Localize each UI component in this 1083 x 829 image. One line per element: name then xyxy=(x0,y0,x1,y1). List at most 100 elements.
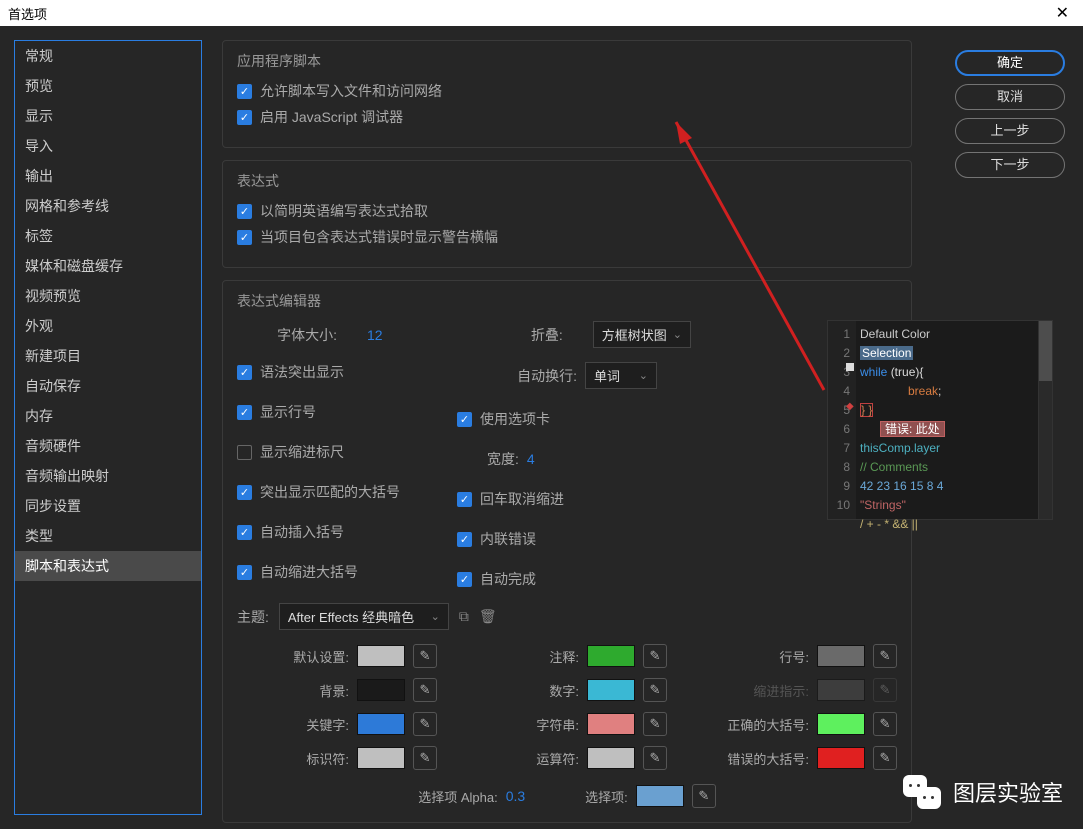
sidebar-item[interactable]: 输出 xyxy=(15,161,201,191)
watermark: 图层实验室 xyxy=(903,775,1063,809)
sidebar-item[interactable]: 导入 xyxy=(15,131,201,161)
eyedropper-icon[interactable]: ✎ xyxy=(692,784,716,808)
eyedropper-icon[interactable]: ✎ xyxy=(643,712,667,736)
eyedropper-icon[interactable]: ✎ xyxy=(413,644,437,668)
sidebar-item[interactable]: 脚本和表达式 xyxy=(15,551,201,581)
eyedropper-icon[interactable]: ✎ xyxy=(643,746,667,770)
label-show-warning: 当项目包含表达式错误时显示警告横幅 xyxy=(260,227,498,247)
swatch-string[interactable] xyxy=(587,713,635,735)
chk-inline-err[interactable] xyxy=(457,532,472,547)
width-value[interactable]: 4 xyxy=(527,451,535,467)
swatch-identifier[interactable] xyxy=(357,747,405,769)
sidebar-item[interactable]: 音频输出映射 xyxy=(15,461,201,491)
color-label: 注释: xyxy=(549,647,579,666)
swatch-correct_brace[interactable] xyxy=(817,713,865,735)
eyedropper-icon[interactable]: ✎ xyxy=(643,644,667,668)
color-row-operator: 运算符: ✎ xyxy=(467,746,667,770)
color-label: 字符串: xyxy=(536,715,579,734)
label-enable-debugger: 启用 JavaScript 调试器 xyxy=(260,107,403,127)
swatch-comment[interactable] xyxy=(587,645,635,667)
color-label: 缩进指示: xyxy=(753,681,809,700)
sidebar-item[interactable]: 音频硬件 xyxy=(15,431,201,461)
swatch-default[interactable] xyxy=(357,645,405,667)
sidebar-item[interactable]: 新建项目 xyxy=(15,341,201,371)
chk-syntax[interactable] xyxy=(237,365,252,380)
sidebar-item[interactable]: 常规 xyxy=(15,41,201,71)
sidebar-item[interactable]: 自动保存 xyxy=(15,371,201,401)
chk-indent-ruler[interactable] xyxy=(237,445,252,460)
alpha-value[interactable]: 0.3 xyxy=(506,788,525,804)
scrollbar[interactable] xyxy=(1038,321,1052,519)
eyedropper-icon[interactable]: ✎ xyxy=(873,746,897,770)
color-label: 关键字: xyxy=(306,715,349,734)
sidebar-item[interactable]: 网格和参考线 xyxy=(15,191,201,221)
sidebar-item[interactable]: 媒体和磁盘缓存 xyxy=(15,251,201,281)
theme-select[interactable]: After Effects 经典暗色 xyxy=(279,603,449,630)
wechat-icon xyxy=(903,775,943,809)
swatch-selection[interactable] xyxy=(636,785,684,807)
sidebar-item[interactable]: 预览 xyxy=(15,71,201,101)
window-title: 首选项 xyxy=(8,4,47,23)
next-button[interactable]: 下一步 xyxy=(955,152,1065,178)
chk-enter-unindent[interactable] xyxy=(457,492,472,507)
copy-icon[interactable]: ⧉ xyxy=(459,608,469,625)
color-row-comment: 注释: ✎ xyxy=(467,644,667,668)
swatch-error_brace[interactable] xyxy=(817,747,865,769)
swatch-lineno[interactable] xyxy=(817,645,865,667)
checkbox-plain-english[interactable] xyxy=(237,204,252,219)
trash-icon[interactable]: 🗑 xyxy=(479,608,497,625)
color-row-correct_brace: 正确的大括号: ✎ xyxy=(697,712,897,736)
sidebar-item[interactable]: 同步设置 xyxy=(15,491,201,521)
section-editor: 表达式编辑器 字体大小: 12 折叠: 方框树状图 语法突出显示 显示行号 显示… xyxy=(222,280,912,823)
checkbox-show-warning[interactable] xyxy=(237,230,252,245)
swatch-number[interactable] xyxy=(587,679,635,701)
theme-label: 主题: xyxy=(237,607,269,627)
titlebar: 首选项 ✕ xyxy=(0,0,1083,26)
code-preview: 12345678910 ◆ Default Color Selection wh… xyxy=(827,320,1053,520)
sidebar-item[interactable]: 外观 xyxy=(15,311,201,341)
wrap-label: 自动换行: xyxy=(517,366,577,386)
section-title: 应用程序脚本 xyxy=(237,51,897,71)
chk-highlight-brace[interactable] xyxy=(237,485,252,500)
color-label: 正确的大括号: xyxy=(727,715,809,734)
swatch-operator[interactable] xyxy=(587,747,635,769)
chk-lineno[interactable] xyxy=(237,405,252,420)
color-row-background: 背景:✎ xyxy=(237,678,437,702)
font-size-value[interactable]: 12 xyxy=(367,327,383,343)
ok-button[interactable]: 确定 xyxy=(955,50,1065,76)
chk-autocomplete[interactable] xyxy=(457,572,472,587)
prev-button[interactable]: 上一步 xyxy=(955,118,1065,144)
chk-auto-indent[interactable] xyxy=(237,565,252,580)
sidebar-item[interactable]: 内存 xyxy=(15,401,201,431)
checkbox-allow-write[interactable] xyxy=(237,84,252,99)
eyedropper-icon[interactable]: ✎ xyxy=(413,746,437,770)
sidebar-item[interactable]: 视频预览 xyxy=(15,281,201,311)
fold-select[interactable]: 方框树状图 xyxy=(593,321,691,348)
section-title: 表达式编辑器 xyxy=(237,291,897,311)
eyedropper-icon[interactable]: ✎ xyxy=(643,678,667,702)
sidebar-item[interactable]: 类型 xyxy=(15,521,201,551)
chk-auto-insert[interactable] xyxy=(237,525,252,540)
swatch-keyword[interactable] xyxy=(357,713,405,735)
alpha-label: 选择项 Alpha: xyxy=(418,787,497,806)
checkbox-enable-debugger[interactable] xyxy=(237,110,252,125)
eyedropper-icon[interactable]: ✎ xyxy=(413,712,437,736)
color-label: 错误的大括号: xyxy=(727,749,809,768)
eyedropper-icon: ✎ xyxy=(873,678,897,702)
sidebar: 常规预览显示导入输出网格和参考线标签媒体和磁盘缓存视频预览外观新建项目自动保存内… xyxy=(14,40,202,815)
eyedropper-icon[interactable]: ✎ xyxy=(413,678,437,702)
eyedropper-icon[interactable]: ✎ xyxy=(873,712,897,736)
color-label: 行号: xyxy=(779,647,809,666)
section-expression: 表达式 以简明英语编写表达式拾取 当项目包含表达式错误时显示警告横幅 xyxy=(222,160,912,268)
wrap-select[interactable]: 单词 xyxy=(585,362,657,389)
color-label: 标识符: xyxy=(306,749,349,768)
sidebar-item[interactable]: 显示 xyxy=(15,101,201,131)
color-row-error_brace: 错误的大括号: ✎ xyxy=(697,746,897,770)
color-label: 运算符: xyxy=(536,749,579,768)
sidebar-item[interactable]: 标签 xyxy=(15,221,201,251)
swatch-background[interactable] xyxy=(357,679,405,701)
eyedropper-icon[interactable]: ✎ xyxy=(873,644,897,668)
cancel-button[interactable]: 取消 xyxy=(955,84,1065,110)
chk-use-tabs[interactable] xyxy=(457,412,472,427)
close-icon[interactable]: ✕ xyxy=(1050,3,1075,23)
